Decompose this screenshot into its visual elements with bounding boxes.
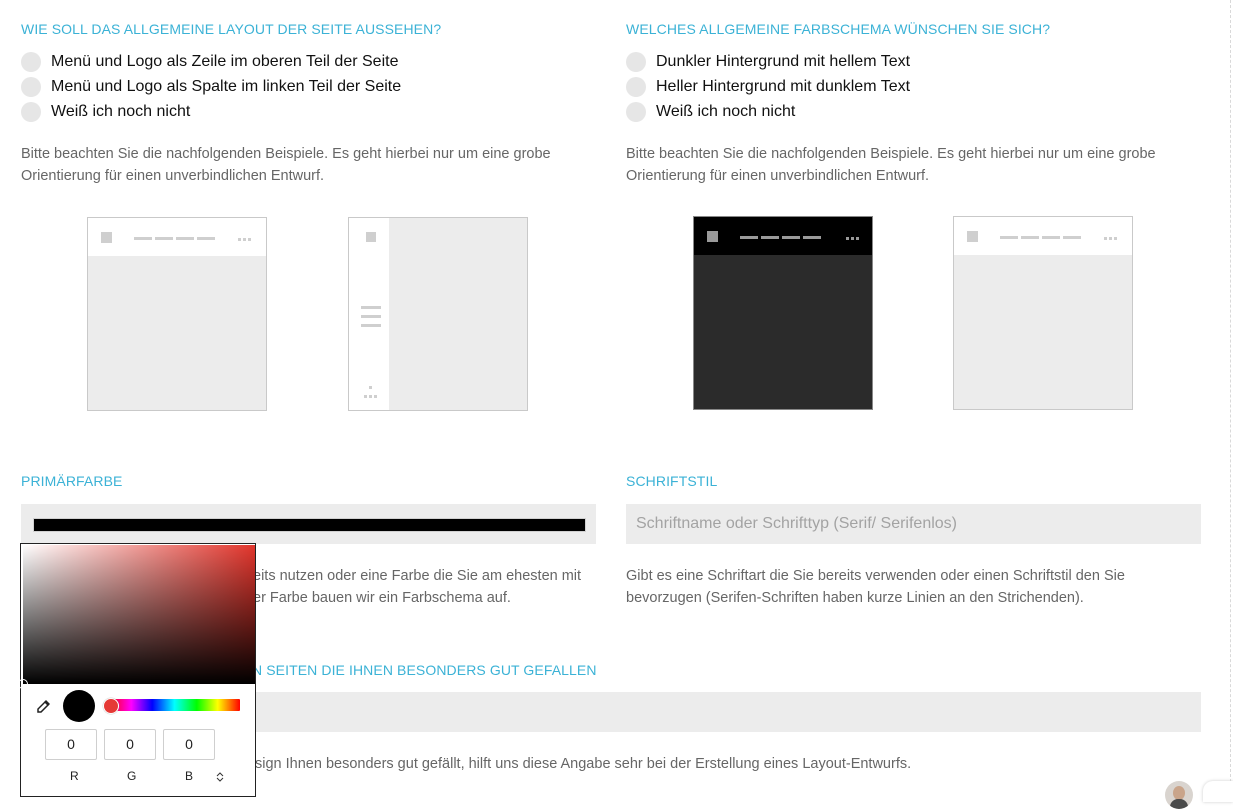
- menu-dash: [1063, 236, 1081, 239]
- menu-dot: [1109, 237, 1112, 240]
- menu-dot: [374, 395, 377, 398]
- menu-dash: [134, 237, 152, 240]
- menu-line: [361, 324, 381, 327]
- menu-dash: [803, 236, 821, 239]
- menu-dot: [369, 395, 372, 398]
- scroll-divider: [1230, 0, 1231, 802]
- blue-input[interactable]: 0: [163, 729, 215, 760]
- hue-slider-handle[interactable]: [103, 698, 119, 714]
- logo-placeholder: [967, 231, 978, 242]
- example-dark-scheme[interactable]: [693, 216, 873, 410]
- menu-dot: [856, 237, 859, 240]
- menu-dash: [782, 236, 800, 239]
- menu-dash: [155, 237, 173, 240]
- layout-question-title: WIE SOLL DAS ALLGEMEINE LAYOUT DER SEITE…: [21, 21, 442, 37]
- blue-label: B: [185, 769, 194, 783]
- menu-dot: [1114, 237, 1117, 240]
- menu-dash: [176, 237, 194, 240]
- green-input[interactable]: 0: [104, 729, 156, 760]
- radio-button[interactable]: [21, 102, 41, 122]
- menu-dot: [369, 386, 372, 389]
- radio-layout-left[interactable]: Menü und Logo als Spalte im linken Teil …: [21, 76, 401, 98]
- menu-dot: [243, 238, 246, 241]
- primary-color-title: PRIMÄRFARBE: [21, 473, 123, 489]
- avatar[interactable]: [1165, 781, 1193, 809]
- font-style-input[interactable]: Schriftname oder Schrifttyp (Serif/ Seri…: [626, 504, 1201, 544]
- green-label: G: [127, 769, 137, 783]
- menu-dot: [238, 238, 241, 241]
- mode-toggle-icon[interactable]: [216, 770, 224, 782]
- menu-dot: [364, 395, 367, 398]
- example-side-menu-layout[interactable]: [348, 217, 528, 411]
- primary-color-field[interactable]: [21, 504, 596, 544]
- hint-line: Gibt es eine Schriftart die Sie bereits …: [626, 568, 1125, 584]
- radio-button[interactable]: [626, 77, 646, 97]
- radio-layout-top[interactable]: Menü und Logo als Zeile im oberen Teil d…: [21, 51, 398, 73]
- logo-placeholder: [101, 232, 112, 243]
- layout-hint: Bitte beachten Sie die nachfolgenden Bei…: [21, 143, 596, 187]
- menu-dot: [851, 237, 854, 240]
- font-style-placeholder: Schriftname oder Schrifttyp (Serif/ Seri…: [636, 515, 958, 532]
- option-label: Weiß ich noch nicht: [51, 103, 191, 120]
- radio-button[interactable]: [626, 52, 646, 72]
- menu-dot: [1104, 237, 1107, 240]
- radio-scheme-unknown[interactable]: Weiß ich noch nicht: [626, 101, 795, 123]
- logo-placeholder: [707, 231, 718, 242]
- red-input[interactable]: 0: [45, 729, 97, 760]
- radio-button[interactable]: [21, 77, 41, 97]
- red-label: R: [70, 769, 79, 783]
- color-scheme-question-title: WELCHES ALLGEMEINE FARBSCHEMA WÜNSCHEN S…: [626, 21, 1051, 37]
- chat-widget-tab[interactable]: [1203, 781, 1233, 802]
- hint-line: Orientierung für einen unverbindlichen E…: [21, 168, 325, 184]
- eyedropper-icon[interactable]: [35, 697, 53, 715]
- option-label: Menü und Logo als Zeile im oberen Teil d…: [51, 53, 399, 70]
- menu-dash: [1021, 236, 1039, 239]
- hint-line: Bitte beachten Sie die nachfolgenden Bei…: [21, 146, 551, 162]
- hint-line: Orientierung für einen unverbindlichen E…: [626, 168, 930, 184]
- font-style-title: SCHRIFTSTIL: [626, 473, 718, 489]
- favorite-sites-title: N SEITEN DIE IHNEN BESONDERS GUT GEFALLE…: [252, 662, 597, 678]
- option-label: Heller Hintergrund mit dunklem Text: [656, 78, 911, 95]
- saturation-area[interactable]: [23, 545, 255, 684]
- radio-button[interactable]: [21, 52, 41, 72]
- menu-dash: [761, 236, 779, 239]
- hint-line: bevorzugen (Serifen-Schriften haben kurz…: [626, 590, 1084, 606]
- menu-dot: [846, 237, 849, 240]
- logo-placeholder: [366, 232, 376, 242]
- menu-line: [361, 315, 381, 318]
- radio-layout-unknown[interactable]: Weiß ich noch nicht: [21, 101, 190, 123]
- menu-dash: [1042, 236, 1060, 239]
- radio-button[interactable]: [626, 102, 646, 122]
- option-label: Dunkler Hintergrund mit hellem Text: [656, 53, 911, 70]
- menu-dot: [248, 238, 251, 241]
- menu-line: [361, 306, 381, 309]
- color-picker-popup[interactable]: 0 0 0 R G B: [18, 543, 256, 797]
- menu-dash: [1000, 236, 1018, 239]
- example-top-menu-layout[interactable]: [87, 217, 267, 411]
- favorite-sites-hint: sign Ihnen besonders gut gefällt, hilft …: [255, 756, 912, 772]
- primary-color-value: [33, 518, 586, 532]
- option-label: Menü und Logo als Spalte im linken Teil …: [51, 78, 402, 95]
- radio-light-scheme[interactable]: Heller Hintergrund mit dunklem Text: [626, 76, 910, 98]
- hint-line: Bitte beachten Sie die nachfolgenden Bei…: [626, 146, 1156, 162]
- color-scheme-hint: Bitte beachten Sie die nachfolgenden Bei…: [626, 143, 1201, 187]
- menu-dash: [197, 237, 215, 240]
- example-light-scheme[interactable]: [953, 216, 1133, 410]
- saturation-cursor[interactable]: [18, 679, 28, 689]
- current-color-swatch: [63, 690, 95, 722]
- radio-dark-scheme[interactable]: Dunkler Hintergrund mit hellem Text: [626, 51, 910, 73]
- menu-dash: [740, 236, 758, 239]
- font-style-hint: Gibt es eine Schriftart die Sie bereits …: [626, 565, 1201, 609]
- option-label: Weiß ich noch nicht: [656, 103, 796, 120]
- hue-slider[interactable]: [109, 699, 240, 711]
